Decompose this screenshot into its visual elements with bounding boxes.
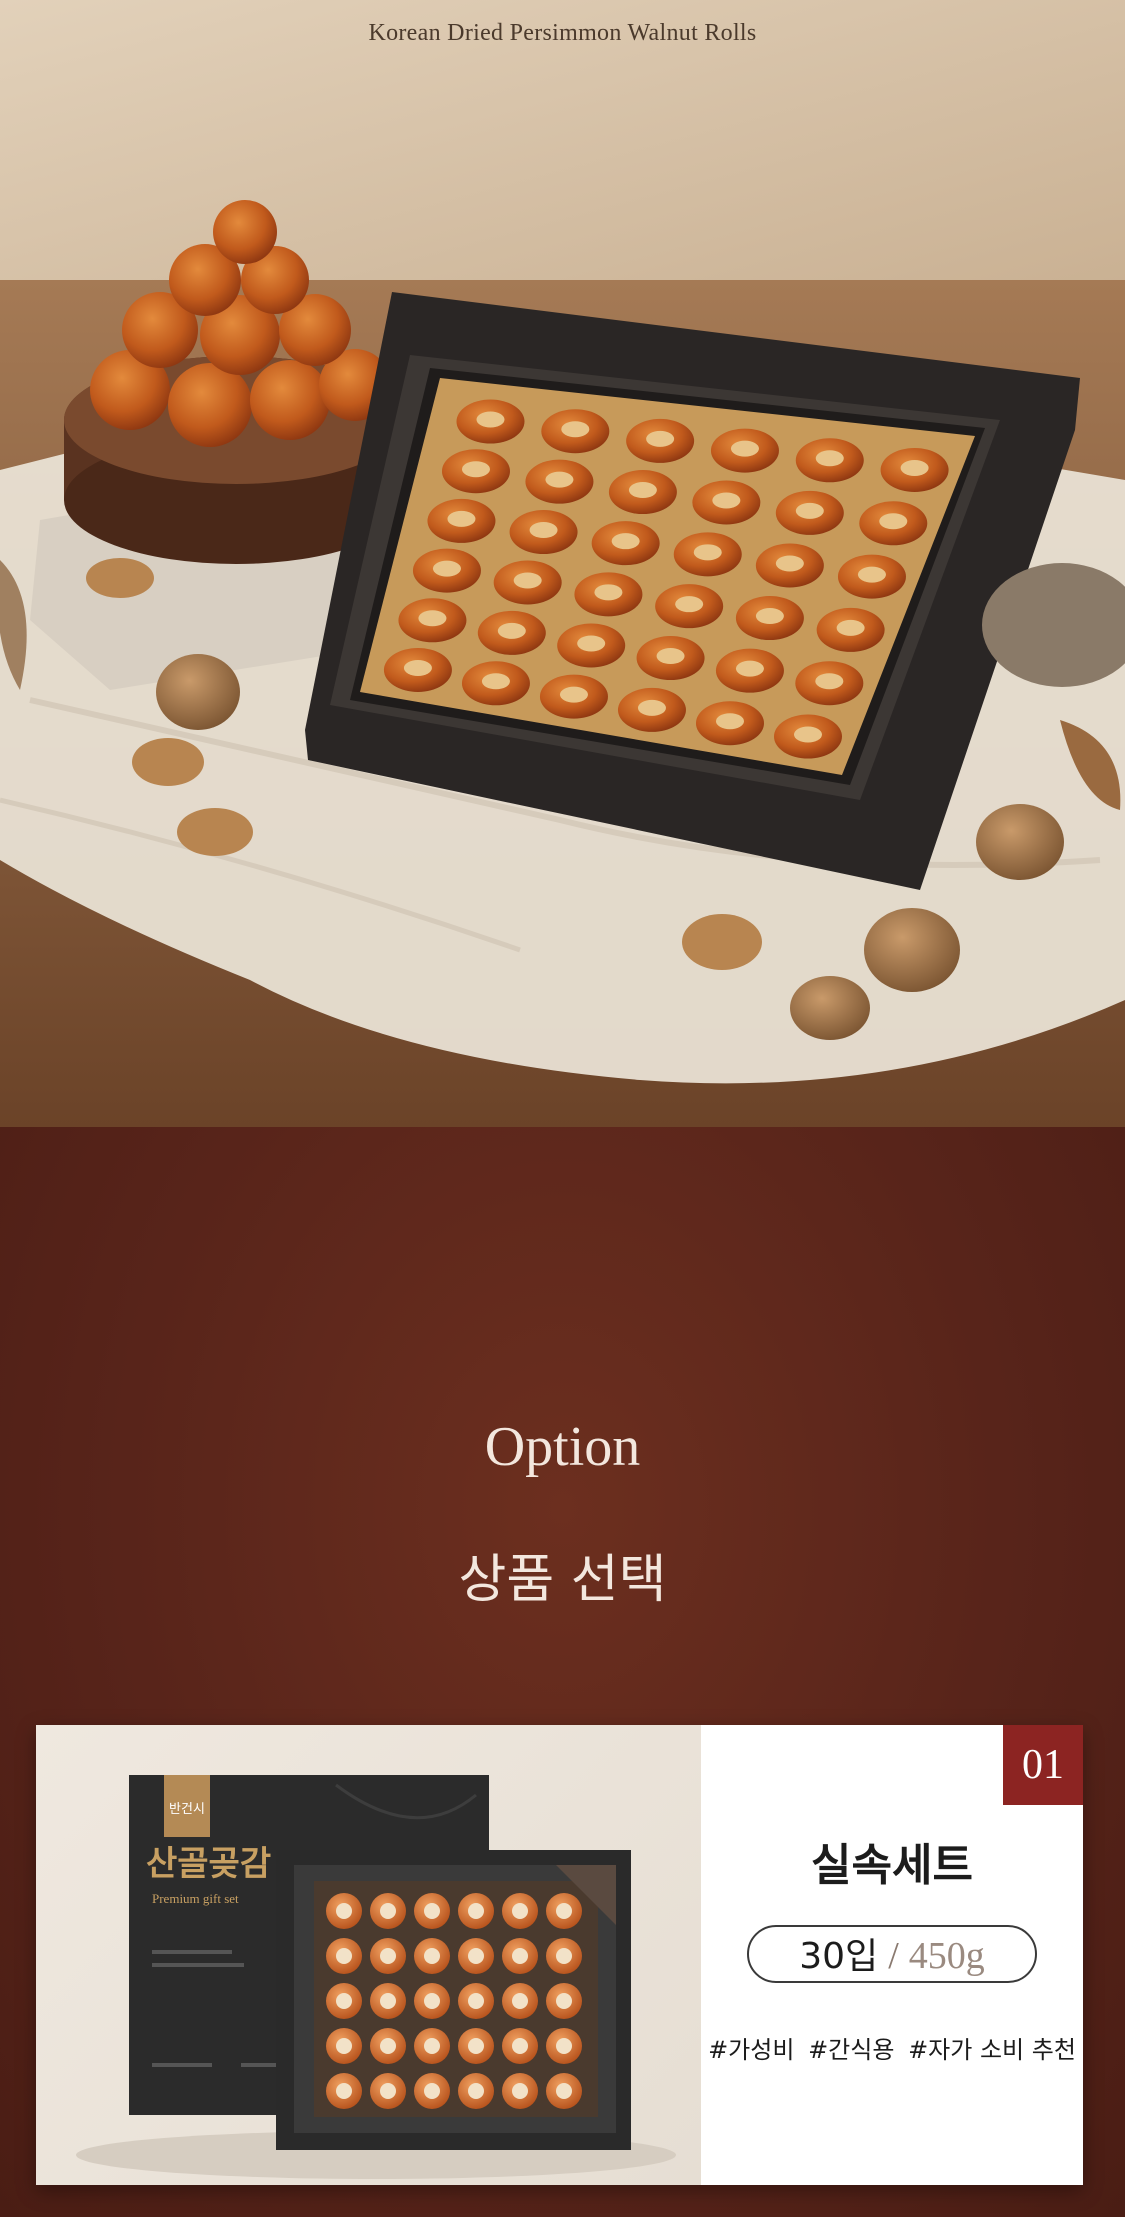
- walnut-topping: [424, 2083, 440, 2099]
- walnut-topping: [380, 1903, 396, 1919]
- walnut-topping: [336, 2038, 352, 2054]
- set-name: 실속세트: [811, 1840, 973, 1891]
- walnut-topping: [336, 1948, 352, 1964]
- walnut-topping: [628, 482, 657, 499]
- product-detail-page: Korean Dried Persimmon Walnut Rolls Opti…: [0, 0, 1125, 2217]
- option-title-en: Option: [484, 1416, 641, 1478]
- walnut-topping: [424, 2038, 440, 2054]
- walnut-topping: [556, 2083, 572, 2099]
- walnut-topping: [497, 622, 526, 639]
- walnut-topping: [512, 1903, 528, 1919]
- product-info: 01 실속세트 30입/450g #가성비 #간식용 #자가 소비 추천: [701, 1725, 1083, 2185]
- quantity-pill: 30입/450g: [747, 1925, 1037, 1983]
- walnut-topping: [775, 555, 804, 572]
- walnut-topping: [529, 522, 558, 539]
- walnut-topping: [447, 510, 476, 527]
- walnut-topping: [432, 560, 461, 577]
- product-option-card[interactable]: 반건시 산골곶감 Premium gift set 01 실속세트 30입 / …: [36, 1725, 1083, 2185]
- hashtag: #간식용: [808, 2036, 895, 2064]
- walnut-topping: [879, 513, 908, 530]
- walnut-topping: [815, 450, 844, 467]
- walnut-topping: [646, 430, 675, 447]
- walnut-topping: [424, 1948, 440, 1964]
- walnut-topping: [559, 686, 588, 703]
- option-section: Option 상품 선택 반건시 산골곶감 Premium gift set 0…: [0, 1127, 1125, 2217]
- box-subtitle: Premium gift set: [152, 1891, 239, 1906]
- quantity-separator: /: [888, 1935, 899, 1977]
- walnut-topping: [656, 648, 685, 665]
- walnut-topping: [468, 2083, 484, 2099]
- walnut-topping: [468, 2038, 484, 2054]
- hashtag: #가성비: [708, 2036, 795, 2064]
- hashtags: #가성비 #간식용 #자가 소비 추천: [701, 2030, 1083, 2065]
- walnut-topping: [730, 440, 759, 457]
- walnut-topping: [556, 1948, 572, 1964]
- walnut-topping: [380, 2038, 396, 2054]
- walnut-topping: [556, 1993, 572, 2009]
- walnut-topping: [336, 1903, 352, 1919]
- product-image: 반건시 산골곶감 Premium gift set: [36, 1725, 701, 2185]
- gift-set-illustration: 반건시 산골곶감 Premium gift set: [76, 1775, 676, 2179]
- walnut-topping: [793, 726, 822, 743]
- hero-photo: Korean Dried Persimmon Walnut Rolls: [0, 0, 1125, 1127]
- box-title: 산골곶감: [146, 1844, 271, 1884]
- walnut-topping: [815, 673, 844, 690]
- walnut-topping: [380, 1993, 396, 2009]
- walnut-topping: [424, 1903, 440, 1919]
- option-number-badge: 01: [1003, 1725, 1083, 1805]
- walnut-topping: [512, 1948, 528, 1964]
- hero-title: Korean Dried Persimmon Walnut Rolls: [368, 20, 757, 46]
- walnut-topping: [594, 584, 623, 601]
- walnut-topping: [545, 471, 574, 488]
- walnut-topping: [380, 2083, 396, 2099]
- walnut-topping: [468, 1903, 484, 1919]
- weight: 450g: [908, 1935, 985, 1977]
- piece-count: 30입: [799, 1936, 879, 1977]
- walnut-topping: [637, 699, 666, 716]
- walnut-topping: [380, 1948, 396, 1964]
- walnut-topping: [418, 610, 447, 627]
- hashtag: #자가 소비 추천: [908, 2036, 1076, 2064]
- walnut-topping: [556, 1903, 572, 1919]
- walnut-topping: [468, 1948, 484, 1964]
- walnut-topping: [481, 673, 510, 690]
- walnut-topping: [611, 533, 640, 550]
- walnut-topping: [693, 544, 722, 561]
- walnut-topping: [336, 1993, 352, 2009]
- walnut-topping: [755, 608, 784, 625]
- option-title-ko: 상품 선택: [458, 1550, 667, 1610]
- walnut-topping: [336, 2083, 352, 2099]
- walnut-topping: [513, 572, 542, 589]
- walnut-topping: [561, 421, 590, 438]
- walnut-topping: [424, 1993, 440, 2009]
- walnut-topping: [468, 1993, 484, 2009]
- walnut-topping: [857, 566, 886, 583]
- walnut-topping: [512, 2038, 528, 2054]
- walnut-topping: [476, 411, 505, 428]
- walnut-topping: [512, 2083, 528, 2099]
- walnut-topping: [712, 492, 741, 509]
- walnut-topping: [675, 596, 704, 613]
- box-brand: 반건시: [169, 1802, 205, 1817]
- walnut-topping: [556, 2038, 572, 2054]
- walnut-topping: [577, 635, 606, 652]
- walnut-topping: [512, 1993, 528, 2009]
- walnut-topping: [836, 619, 865, 636]
- walnut-topping: [795, 502, 824, 519]
- walnut-topping: [900, 459, 929, 476]
- hero-illustration: [0, 0, 1125, 1127]
- walnut-topping: [735, 660, 764, 677]
- walnut-topping: [461, 461, 490, 478]
- walnut-topping: [403, 659, 432, 676]
- walnut-topping: [715, 713, 744, 730]
